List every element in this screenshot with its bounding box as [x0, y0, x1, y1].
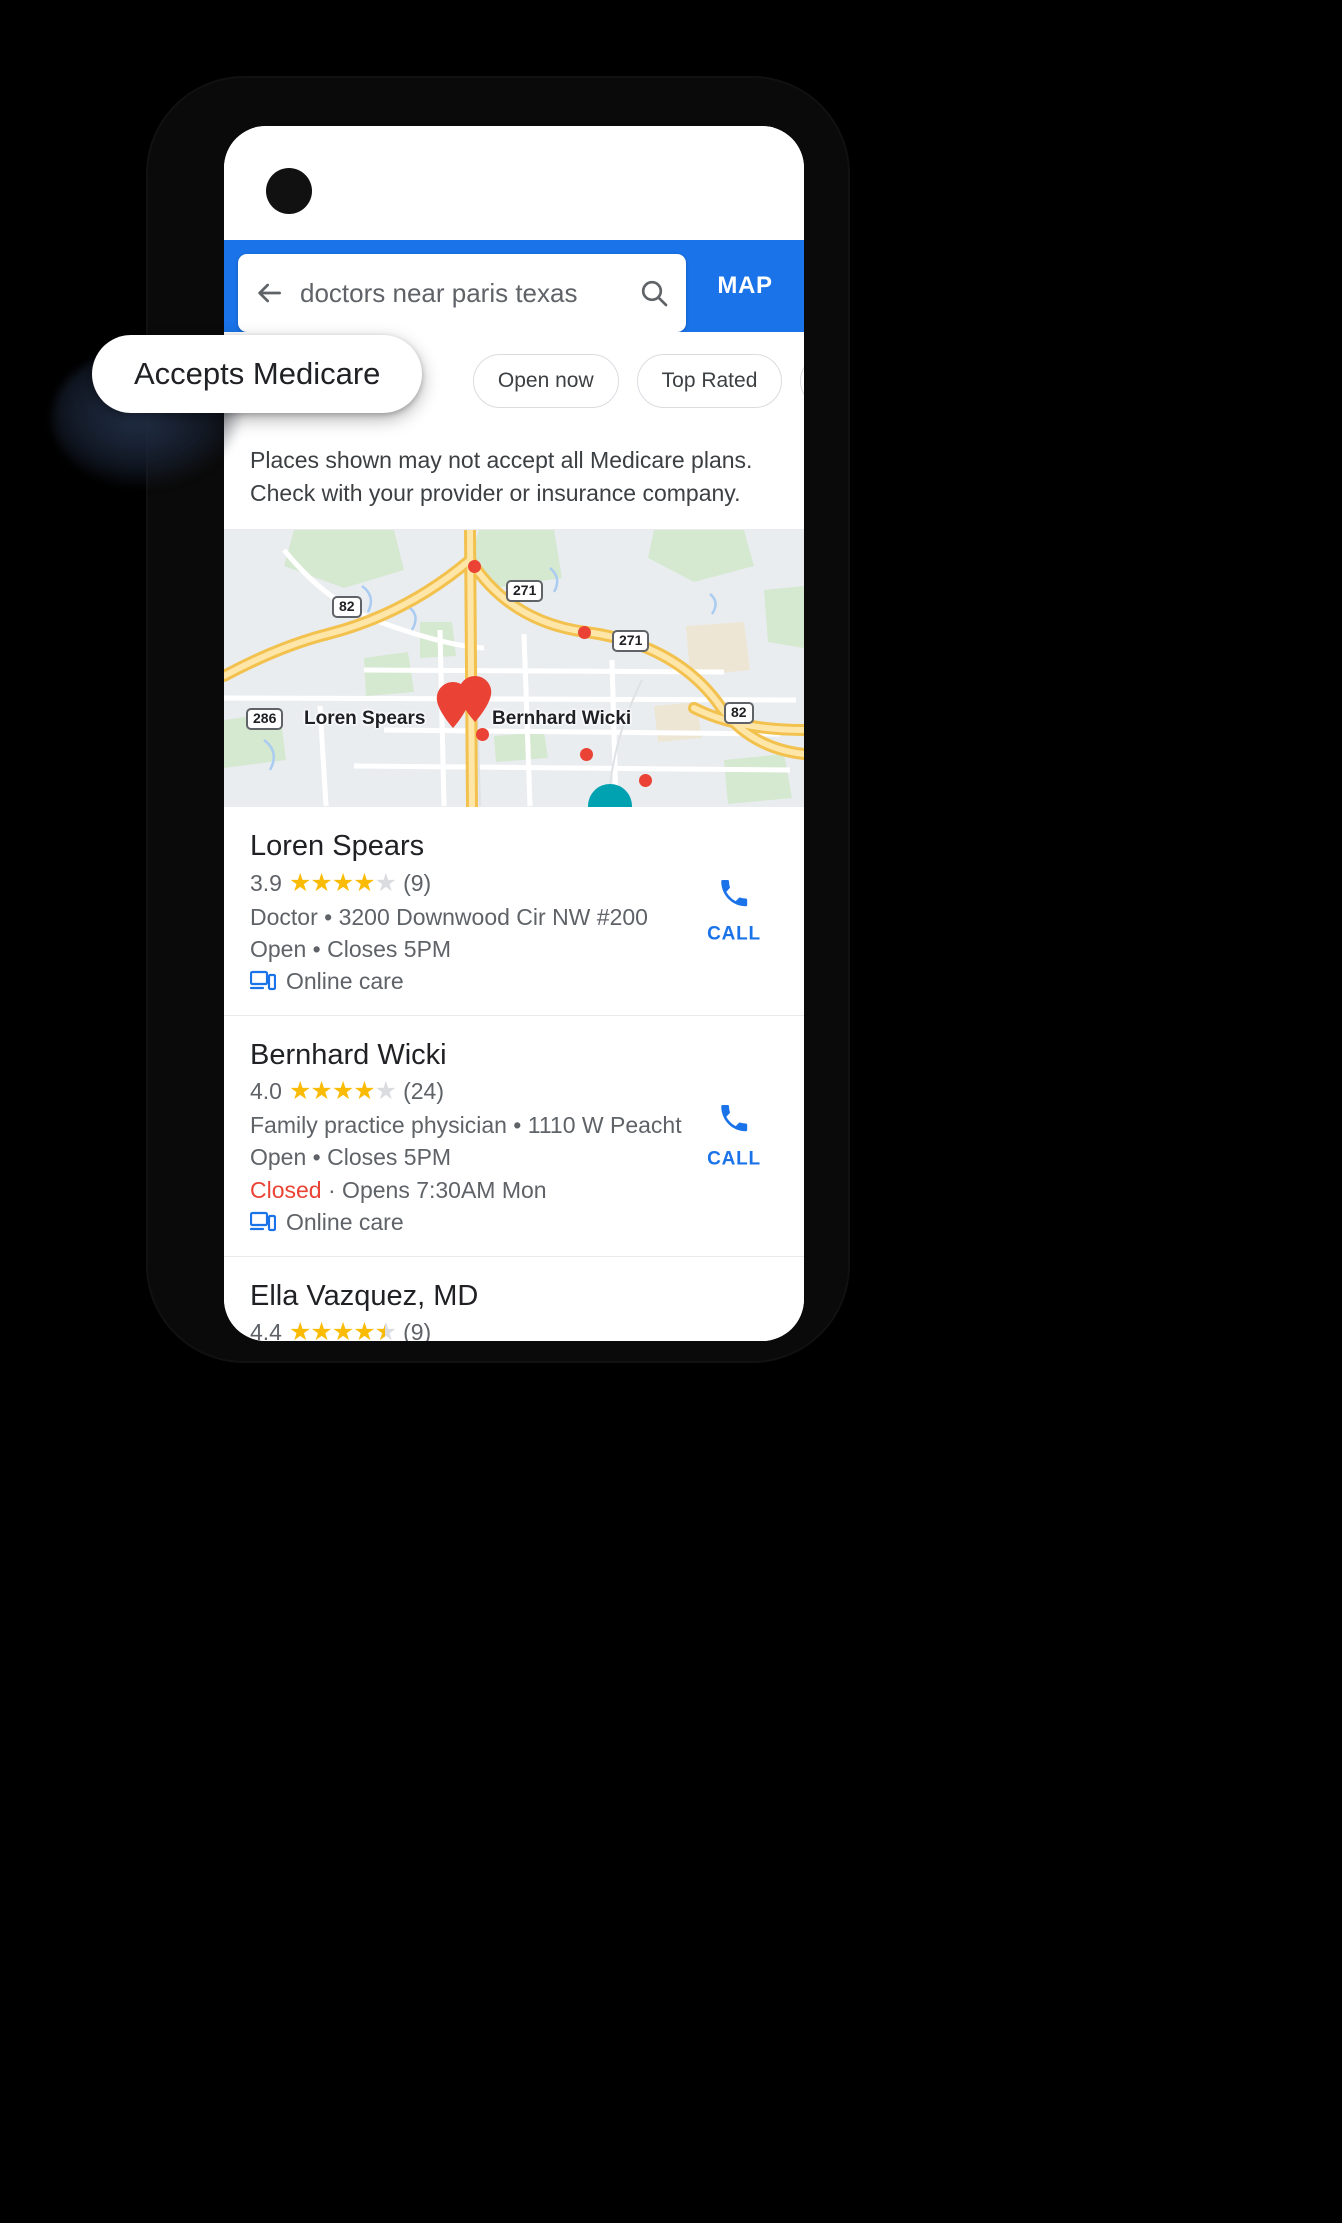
phone-icon — [721, 1104, 748, 1132]
map-button[interactable]: MAP — [686, 240, 804, 332]
result-rating-value: 4.4 — [250, 1318, 282, 1341]
result-online-care: Online care — [250, 1209, 778, 1236]
result-stars: ★ ★ ★ ★ ★ — [289, 1319, 397, 1341]
app-bar: doctors near paris texas MAP — [224, 240, 804, 332]
result-item-bernhard-wicki[interactable]: Bernhard Wicki 4.0 ★ ★ ★ ★ ★ (24) Family pra… — [224, 1015, 804, 1257]
chip-accepts-medicare-selected[interactable]: Accepts Medicare — [92, 335, 423, 413]
map-canvas — [224, 530, 804, 808]
route-shield-82-east: 82 — [724, 702, 754, 724]
result-stars: ★ ★ ★ ★ ★ — [288, 1077, 397, 1106]
chip-open-now[interactable]: Open now — [472, 354, 619, 408]
camera-dot-icon — [266, 168, 312, 214]
call-label: CALL — [707, 1148, 761, 1170]
online-care-icon — [250, 971, 276, 991]
search-bar[interactable]: doctors near paris texas — [238, 254, 686, 332]
route-shield-271-east: 271 — [612, 630, 650, 652]
screenshot-root: doctors near paris texas MAP Accepts Med… — [0, 0, 1342, 2223]
status-bar — [224, 126, 804, 240]
result-review-count: (9) — [403, 869, 432, 896]
result-item-ella-vazquez[interactable]: Ella Vazquez, MD 4.4 ★★★★★ (9) — [224, 1256, 804, 1341]
notice-line-1: Places shown may not accept all Medicare… — [250, 447, 753, 473]
map-label-loren-spears: Loren Spears — [304, 708, 426, 730]
result-closed-status: Closed — [250, 1176, 322, 1203]
result-rating-value: 3.9 — [250, 869, 282, 896]
search-input[interactable]: doctors near paris texas — [300, 278, 622, 309]
online-care-label: Online care — [286, 1208, 404, 1235]
search-icon[interactable] — [622, 277, 686, 309]
result-stars: ★ ★ ★ ★ ★ — [288, 868, 397, 897]
result-name: Loren Spears — [250, 830, 425, 863]
phone-screen: doctors near paris texas MAP Accepts Med… — [224, 126, 804, 1341]
result-closed-row: Closed · Opens 7:30AM Mon — [250, 1174, 778, 1206]
chip-top-rated[interactable]: Top Rated — [636, 354, 783, 408]
map-pin-bernhard-wicki[interactable] — [458, 676, 492, 723]
back-arrow-icon[interactable] — [238, 277, 300, 309]
result-rating-value: 4.0 — [250, 1078, 282, 1105]
online-care-label: Online care — [286, 967, 404, 994]
result-name: Ella Vazquez, MD — [250, 1279, 479, 1312]
phone-icon — [721, 880, 748, 907]
result-review-count: (9) — [403, 1318, 432, 1341]
online-care-icon — [250, 1212, 276, 1232]
route-shield-286: 286 — [246, 708, 284, 730]
notice-line-2: Check with your provider or insurance co… — [250, 479, 741, 506]
result-opens-next: · Opens 7:30AM Mon — [321, 1176, 547, 1203]
result-name: Bernhard Wicki — [250, 1038, 447, 1071]
call-button[interactable]: CALL — [686, 877, 782, 946]
result-item-loren-spears[interactable]: Loren Spears 3.9 ★ ★ ★ ★ ★ (9) Doctor • 3200… — [224, 807, 804, 1016]
result-online-care: Online care — [250, 968, 778, 995]
route-shield-82-west: 82 — [332, 596, 362, 618]
medicare-notice: Places shown may not accept all Medicare… — [224, 430, 804, 531]
map-preview[interactable]: 82 271 271 286 82 Loren Spears Bernhard … — [224, 530, 804, 808]
call-label: CALL — [707, 923, 761, 945]
result-rating-row: 4.4 ★★★★★ (9) — [250, 1319, 778, 1341]
map-label-bernhard-wicki: Bernhard Wicki — [492, 708, 632, 730]
route-shield-271-north: 271 — [506, 580, 544, 602]
call-button[interactable]: CALL — [686, 1101, 782, 1170]
result-review-count: (24) — [403, 1078, 444, 1105]
chip-visited[interactable]: Visited — [800, 354, 804, 408]
